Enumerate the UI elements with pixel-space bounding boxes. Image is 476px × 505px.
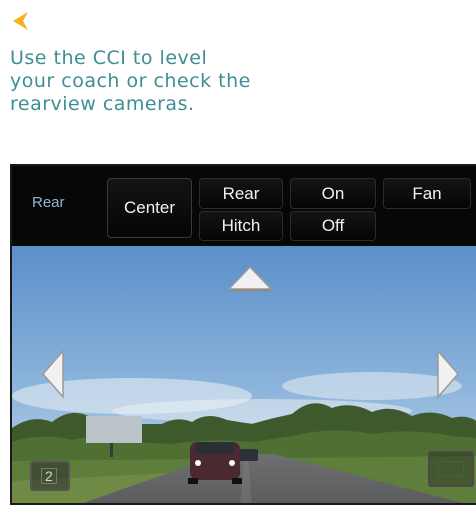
cci-screen: Rear Center Rear Hitch On Off Fan 2 (10, 164, 476, 505)
camera-feed: 2 (12, 246, 476, 503)
rear-camera-button[interactable]: Rear (199, 178, 283, 209)
fullscreen-frame (438, 461, 464, 477)
hitch-camera-button[interactable]: Hitch (199, 211, 283, 241)
fullscreen-icon[interactable] (428, 451, 474, 487)
tilt-up-icon[interactable] (227, 265, 273, 293)
center-camera-button[interactable]: Center (107, 178, 192, 238)
intro-line-1: Use the CCI to level (10, 47, 208, 69)
camera-off-button[interactable]: Off (290, 211, 376, 241)
camera-number-button[interactable]: 2 (30, 461, 70, 491)
camera-number-label: 2 (41, 468, 57, 484)
back-chevron-icon[interactable] (10, 10, 32, 32)
intro-text: Use the CCI to level your coach or check… (10, 47, 310, 116)
camera-on-button[interactable]: On (290, 178, 376, 209)
intro-line-3: rearview cameras. (10, 93, 195, 115)
pan-right-icon[interactable] (435, 349, 461, 399)
intro-line-2: your coach or check the (10, 70, 251, 92)
camera-control-bar: Rear Center Rear Hitch On Off Fan (12, 166, 476, 246)
camera-view-label: Rear (32, 194, 65, 211)
fan-button[interactable]: Fan (383, 178, 471, 209)
pan-left-icon[interactable] (40, 349, 66, 399)
